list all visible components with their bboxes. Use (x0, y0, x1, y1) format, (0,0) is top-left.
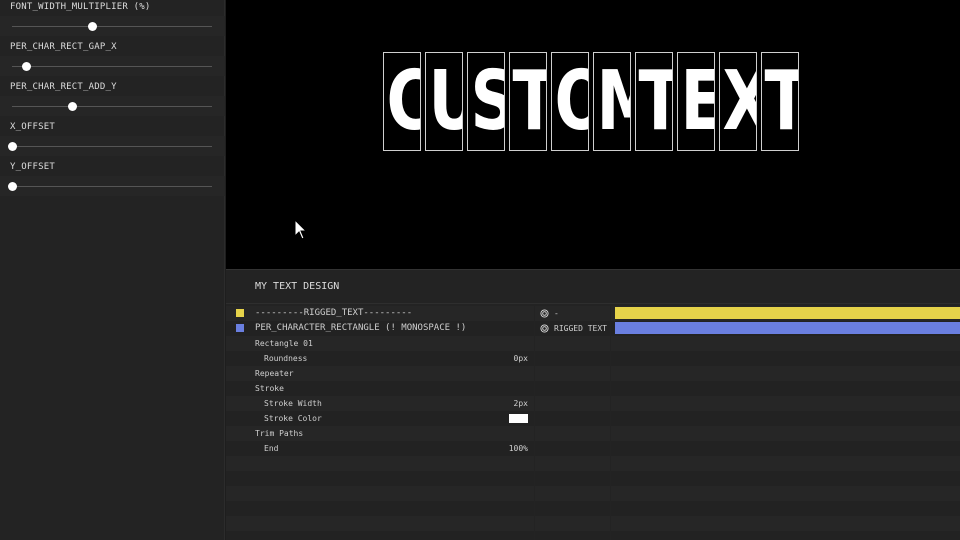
empty-row (226, 516, 960, 531)
char-glyph: S (471, 55, 504, 149)
spiral-icon[interactable] (540, 309, 549, 318)
slider-row (0, 56, 225, 76)
layer-duration-bar[interactable] (615, 322, 960, 334)
composition-header: MY TEXT DESIGN (226, 270, 960, 304)
stroke-color-swatch[interactable] (509, 414, 528, 423)
property-name: Rectangle 01 (255, 339, 313, 348)
slider-row (0, 16, 225, 36)
slider-y-offset: Y_OFFSET (0, 160, 225, 196)
char-box: O (551, 52, 589, 151)
controls-panel: FONT_WIDTH_MULTIPLIER (%) PER_CHAR_RECT_… (0, 0, 225, 540)
property-name: Stroke Color (264, 414, 322, 423)
layer-track (611, 321, 960, 336)
slider-knob[interactable] (22, 62, 31, 71)
property-row[interactable]: Repeater (226, 366, 960, 381)
layer-name-cell: ---------RIGGED_TEXT--------- (226, 306, 534, 321)
parent-label[interactable]: RIGGED TEXT (554, 322, 607, 335)
preview-canvas[interactable]: C U S T O M T E X T (226, 0, 960, 269)
property-row[interactable]: Stroke Color (226, 411, 960, 426)
char-glyph: U (429, 55, 462, 149)
slider-track[interactable] (12, 26, 212, 27)
layer-name: ---------RIGGED_TEXT--------- (255, 308, 413, 318)
layer-track (611, 306, 960, 321)
slider-font-width-multiplier: FONT_WIDTH_MULTIPLIER (%) (0, 0, 225, 36)
property-row[interactable]: Trim Paths (226, 426, 960, 441)
property-value[interactable]: 2px (514, 397, 528, 410)
empty-row (226, 486, 960, 501)
slider-label: PER_CHAR_RECT_GAP_X (10, 42, 117, 52)
char-box: S (467, 52, 505, 151)
slider-knob[interactable] (88, 22, 97, 31)
layer-color-swatch[interactable] (236, 324, 244, 332)
char-box: C (383, 52, 421, 151)
timeline-panel: MY TEXT DESIGN ---------RIGGED_TEXT-----… (226, 269, 960, 540)
slider-row (0, 96, 225, 116)
spiral-icon[interactable] (540, 324, 549, 333)
property-row[interactable]: Rectangle 01 (226, 336, 960, 351)
parent-cell: - (535, 306, 610, 321)
char-glyph: M (597, 55, 630, 149)
parent-label[interactable]: - (554, 307, 559, 320)
slider-label: PER_CHAR_RECT_ADD_Y (10, 82, 117, 92)
property-row[interactable]: Roundness 0px (226, 351, 960, 366)
char-box: T (761, 52, 799, 151)
property-value[interactable]: 0px (514, 352, 528, 365)
slider-track[interactable] (12, 186, 212, 187)
char-glyph: C (387, 55, 420, 149)
composition-title: MY TEXT DESIGN (255, 281, 340, 292)
slider-label: FONT_WIDTH_MULTIPLIER (%) (10, 2, 151, 12)
char-box: T (509, 52, 547, 151)
empty-row (226, 501, 960, 516)
property-name: Trim Paths (255, 429, 304, 438)
layer-duration-bar[interactable] (615, 307, 960, 319)
slider-track[interactable] (12, 66, 212, 67)
char-glyph: O (555, 55, 588, 149)
char-box: U (425, 52, 463, 151)
char-glyph: T (639, 55, 672, 149)
slider-knob[interactable] (68, 102, 77, 111)
slider-track[interactable] (12, 146, 212, 147)
char-glyph: T (513, 55, 546, 149)
slider-per-char-rect-add-y: PER_CHAR_RECT_ADD_Y (0, 80, 225, 116)
slider-per-char-rect-gap-x: PER_CHAR_RECT_GAP_X (0, 40, 225, 76)
layer-color-swatch[interactable] (236, 309, 244, 317)
property-row[interactable]: End 100% (226, 441, 960, 456)
layer-row-per-character-rectangle[interactable]: PER_CHARACTER_RECTANGLE (! MONOSPACE !) … (226, 321, 960, 336)
empty-row (226, 456, 960, 471)
slider-x-offset: X_OFFSET (0, 120, 225, 156)
slider-label: X_OFFSET (10, 122, 55, 132)
layer-name-cell: PER_CHARACTER_RECTANGLE (! MONOSPACE !) (226, 321, 534, 336)
property-value[interactable]: 100% (509, 442, 528, 455)
char-box: M (593, 52, 631, 151)
slider-track[interactable] (12, 106, 212, 107)
property-name: Stroke (255, 384, 284, 393)
char-glyph: T (765, 55, 798, 149)
property-name: Stroke Width (264, 399, 322, 408)
layer-row-rigged-text[interactable]: ---------RIGGED_TEXT--------- - (226, 306, 960, 321)
slider-knob[interactable] (8, 142, 17, 151)
char-glyph: X (723, 55, 756, 149)
property-name: Repeater (255, 369, 294, 378)
property-name: Roundness (264, 354, 308, 363)
empty-row (226, 471, 960, 486)
custom-text-preview: C U S T O M T E X T (226, 52, 960, 151)
slider-row (0, 136, 225, 156)
char-box: E (677, 52, 715, 151)
layer-name: PER_CHARACTER_RECTANGLE (! MONOSPACE !) (255, 323, 467, 333)
mouse-cursor-icon (294, 219, 308, 240)
slider-row (0, 176, 225, 196)
empty-row (226, 531, 960, 540)
property-row[interactable]: Stroke Width 2px (226, 396, 960, 411)
slider-label: Y_OFFSET (10, 162, 55, 172)
property-name: End (264, 444, 279, 453)
property-row[interactable]: Stroke (226, 381, 960, 396)
char-box: X (719, 52, 757, 151)
parent-cell: RIGGED TEXT (535, 321, 610, 336)
slider-knob[interactable] (8, 182, 17, 191)
char-glyph: E (681, 55, 714, 149)
char-box: T (635, 52, 673, 151)
